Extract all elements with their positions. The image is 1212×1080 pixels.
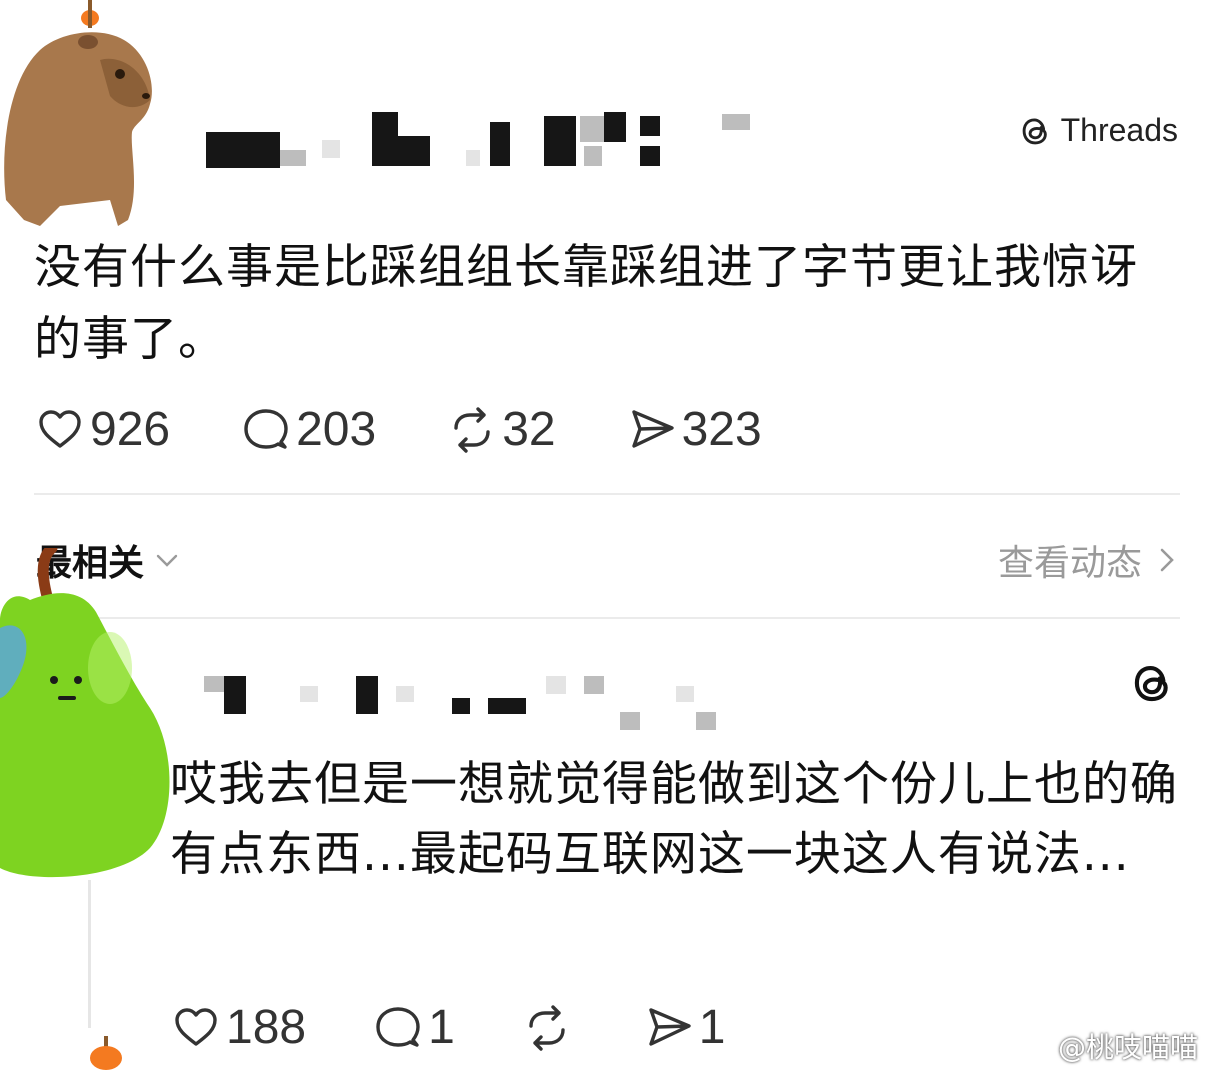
repost-icon <box>529 1004 565 1051</box>
censored-username-block <box>322 140 340 158</box>
reply-repost-button[interactable] <box>523 1004 577 1052</box>
repost-button[interactable]: 32 <box>448 402 556 457</box>
comment-icon <box>244 408 288 449</box>
view-activity-link[interactable]: 查看动态 <box>998 534 1178 586</box>
post-action-bar: 926 203 32 323 <box>36 402 834 457</box>
censored-username-block <box>640 116 660 136</box>
censored-username-block <box>640 146 660 166</box>
reply-share-button[interactable]: 1 <box>645 1000 726 1055</box>
reply-like-button[interactable]: 188 <box>172 1000 306 1055</box>
censored-username-block <box>204 676 226 692</box>
comment-icon <box>376 1006 420 1047</box>
capybara-avatar[interactable] <box>0 0 160 230</box>
send-icon <box>631 409 674 448</box>
threads-logo-icon[interactable] <box>1130 660 1176 706</box>
share-count: 323 <box>681 403 762 456</box>
comment-count: 203 <box>296 403 377 456</box>
censored-username-block <box>490 122 510 166</box>
reply-text: 哎我去但是一想就觉得能做到这个份儿上也的确有点东西...最起码互联网这一块这人有… <box>170 757 1178 882</box>
censored-username-block <box>224 676 246 714</box>
censored-username-block <box>488 698 526 714</box>
censored-username-block <box>466 150 480 166</box>
bottom-sticker-decoration <box>90 1036 122 1070</box>
reply-comment-count: 1 <box>428 1001 455 1054</box>
post-text: 没有什么事是比踩组组长靠踩组进了字节更让我惊讶的事了。 <box>34 240 1138 367</box>
reply-comment-button[interactable]: 1 <box>374 1000 455 1055</box>
censored-username-block <box>280 150 306 166</box>
censored-username-block <box>396 686 414 702</box>
like-button[interactable]: 926 <box>36 402 170 457</box>
weibo-icon <box>1014 1033 1052 1061</box>
thread-line <box>88 880 91 1028</box>
chevron-right-icon <box>1160 548 1174 572</box>
threads-logo-icon <box>1022 118 1047 144</box>
watermark-text: @桃吱喵喵 <box>1057 1031 1198 1064</box>
share-button[interactable]: 323 <box>628 402 762 457</box>
censored-username-block <box>300 686 318 702</box>
censored-username-block <box>452 698 470 714</box>
like-count: 926 <box>90 403 171 456</box>
censored-username-block <box>676 686 694 702</box>
censored-username-block <box>584 676 604 694</box>
censored-username-block <box>356 676 378 714</box>
censored-username-block <box>206 132 280 168</box>
reply-like-count: 188 <box>226 1001 307 1054</box>
divider <box>34 617 1180 619</box>
pear-avatar[interactable] <box>0 548 176 888</box>
censored-username-block <box>584 146 602 166</box>
threads-brand-label: Threads <box>1060 112 1178 148</box>
threads-brand[interactable]: Threads <box>1019 112 1178 149</box>
repost-count: 32 <box>502 403 556 456</box>
censored-username-block <box>604 112 626 142</box>
censored-username-block <box>620 712 640 730</box>
censored-username-block <box>372 112 398 166</box>
censored-username-block <box>398 136 430 166</box>
heart-icon <box>39 409 81 448</box>
heart-icon <box>175 1007 217 1046</box>
repost-icon <box>454 406 490 453</box>
censored-username-block <box>580 116 606 142</box>
censored-username-block <box>546 676 566 694</box>
send-icon <box>649 1007 691 1046</box>
reply-action-bar: 188 1 1 <box>172 1000 794 1055</box>
view-activity-label: 查看动态 <box>997 543 1142 584</box>
divider <box>34 493 1180 495</box>
censored-username-block <box>544 116 576 166</box>
censored-username-block <box>722 114 750 130</box>
comment-button[interactable]: 203 <box>242 402 376 457</box>
weibo-watermark: @桃吱喵喵 <box>1014 1026 1198 1066</box>
reply-share-count: 1 <box>698 1001 726 1054</box>
censored-username-block <box>696 712 716 730</box>
